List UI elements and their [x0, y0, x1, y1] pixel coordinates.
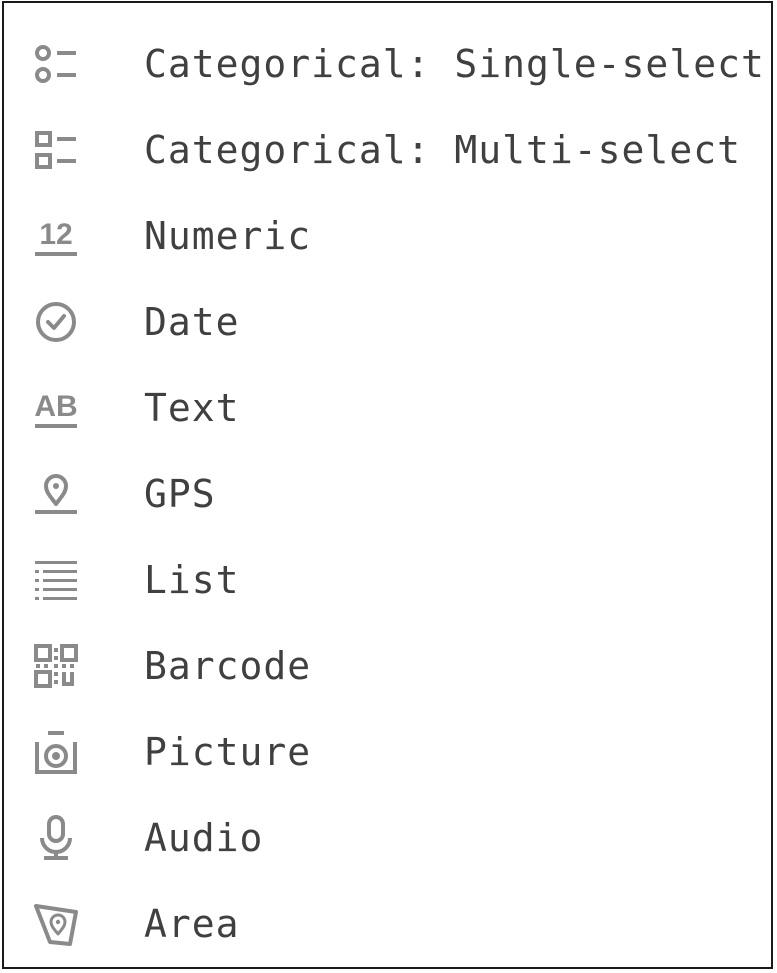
menu-item-label: Barcode: [144, 644, 312, 688]
menu-item-label: Text: [144, 386, 240, 430]
area-map-icon: [32, 900, 80, 948]
menu-item-label: Area: [144, 902, 240, 946]
microphone-icon: [32, 814, 80, 862]
menu-item-area[interactable]: Area: [4, 881, 771, 967]
menu-item-label: Date: [144, 300, 240, 344]
svg-text:12: 12: [39, 218, 72, 251]
menu-item-picture[interactable]: Picture: [4, 709, 771, 795]
field-type-menu: Categorical: Single-select Categorical: …: [2, 1, 773, 969]
menu-item-list[interactable]: List: [4, 537, 771, 623]
menu-item-audio[interactable]: Audio: [4, 795, 771, 881]
list-icon: [32, 556, 80, 604]
camera-icon: [32, 728, 80, 776]
menu-item-text[interactable]: AB Text: [4, 365, 771, 451]
multi-select-icon: [32, 126, 80, 174]
menu-item-single-select[interactable]: Categorical: Single-select: [4, 21, 771, 107]
menu-item-label: Picture: [144, 730, 312, 774]
menu-item-barcode[interactable]: Barcode: [4, 623, 771, 709]
text-icon: AB: [32, 384, 80, 432]
single-select-icon: [32, 40, 80, 88]
svg-text:AB: AB: [34, 390, 77, 423]
menu-item-label: Numeric: [144, 214, 312, 258]
location-pin-icon: [32, 470, 80, 518]
menu-item-label: Audio: [144, 816, 264, 860]
menu-item-date[interactable]: Date: [4, 279, 771, 365]
numeric-icon: 12: [32, 212, 80, 260]
menu-item-gps[interactable]: GPS: [4, 451, 771, 537]
clock-icon: [32, 298, 80, 346]
menu-item-multi-select[interactable]: Categorical: Multi-select: [4, 107, 771, 193]
menu-item-label: GPS: [144, 472, 216, 516]
menu-item-label: Categorical: Multi-select: [144, 128, 741, 172]
menu-item-numeric[interactable]: 12 Numeric: [4, 193, 771, 279]
qr-code-icon: [32, 642, 80, 690]
menu-item-label: List: [144, 558, 240, 602]
menu-item-label: Categorical: Single-select: [144, 42, 765, 86]
